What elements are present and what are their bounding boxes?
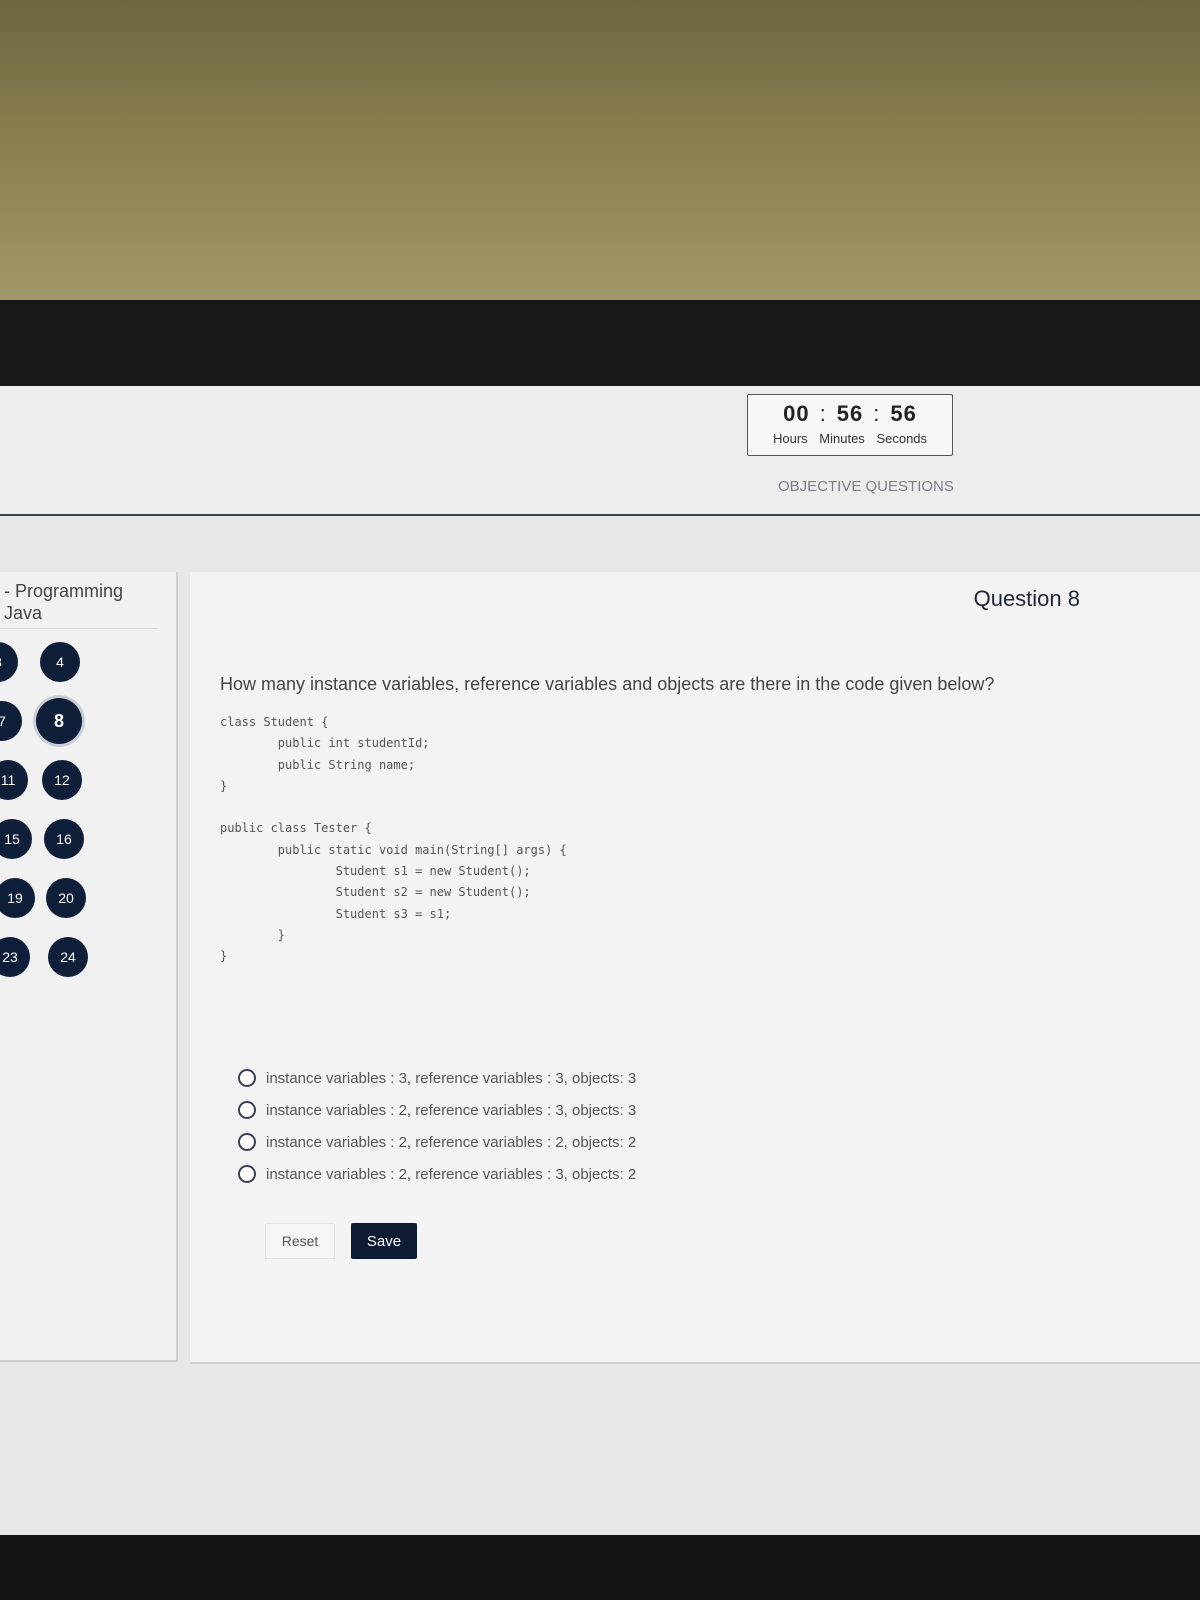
question-nav-12[interactable]: 12	[42, 760, 82, 800]
timer-labels: Hours Minutes Seconds	[748, 431, 952, 446]
objective-questions-link[interactable]: OBJECTIVE QUESTIONS	[778, 478, 954, 495]
question-nav-19[interactable]: 19	[0, 878, 35, 918]
question-nav-3[interactable]: 3	[0, 642, 18, 682]
question-nav-15[interactable]: 15	[0, 819, 32, 859]
timer-digits: 00:56:56	[748, 401, 952, 427]
answer-options: instance variables : 3, reference variab…	[238, 1062, 636, 1190]
timer-separator: :	[873, 401, 881, 426]
header-bar: 00:56:56 Hours Minutes Seconds OBJECTIVE…	[0, 386, 1200, 516]
answer-option[interactable]: instance variables : 2, reference variab…	[238, 1158, 636, 1190]
option-label: instance variables : 2, reference variab…	[266, 1165, 637, 1183]
save-button[interactable]: Save	[351, 1223, 417, 1259]
question-nav-4[interactable]: 4	[40, 642, 80, 682]
code-snippet: class Student { public int studentId; pu…	[220, 715, 567, 964]
monitor-bezel-top	[0, 300, 1200, 390]
answer-option[interactable]: instance variables : 2, reference variab…	[238, 1094, 636, 1126]
question-panel: Question 8 How many instance variables, …	[190, 572, 1200, 1364]
option-label: instance variables : 2, reference variab…	[266, 1133, 637, 1151]
answer-option[interactable]: instance variables : 2, reference variab…	[238, 1126, 636, 1158]
question-nav-11[interactable]: 11	[0, 760, 28, 800]
countdown-timer: 00:56:56 Hours Minutes Seconds	[747, 394, 953, 456]
question-nav-24[interactable]: 24	[48, 937, 88, 977]
radio-button[interactable]	[238, 1165, 256, 1183]
radio-button[interactable]	[238, 1133, 256, 1151]
question-nav-7[interactable]: 7	[0, 701, 22, 741]
section-title: - Programming Java	[4, 580, 123, 624]
timer-minutes-label: Minutes	[819, 431, 865, 446]
question-nav-16[interactable]: 16	[44, 819, 84, 859]
timer-separator: :	[819, 401, 827, 426]
option-label: instance variables : 3, reference variab…	[266, 1069, 637, 1087]
question-number: Question 8	[973, 586, 1080, 611]
timer-hours-label: Hours	[772, 431, 808, 446]
question-navigator: - Programming Java 34781112151619202324	[0, 572, 178, 1362]
background-wall	[0, 0, 1200, 320]
section-title-line2: Java	[4, 603, 43, 623]
radio-button[interactable]	[238, 1101, 256, 1119]
section-title-line1: - Programming	[4, 581, 124, 601]
question-nav-8[interactable]: 8	[36, 698, 82, 744]
answer-option[interactable]: instance variables : 3, reference variab…	[238, 1062, 636, 1094]
reset-button[interactable]: Reset	[265, 1223, 335, 1259]
monitor-bezel-bottom	[0, 1535, 1200, 1600]
timer-minutes: 56	[836, 401, 864, 426]
question-nav-23[interactable]: 23	[0, 937, 30, 977]
question-nav-20[interactable]: 20	[46, 878, 86, 918]
option-label: instance variables : 2, reference variab…	[266, 1101, 637, 1119]
timer-seconds-label: Seconds	[876, 431, 928, 446]
timer-hours: 00	[783, 401, 810, 426]
exam-screen: 00:56:56 Hours Minutes Seconds OBJECTIVE…	[0, 386, 1200, 1536]
question-text: How many instance variables, reference v…	[220, 674, 995, 694]
sidebar-header: - Programming Java	[0, 572, 158, 629]
radio-button[interactable]	[238, 1069, 256, 1087]
timer-seconds: 56	[890, 401, 917, 426]
